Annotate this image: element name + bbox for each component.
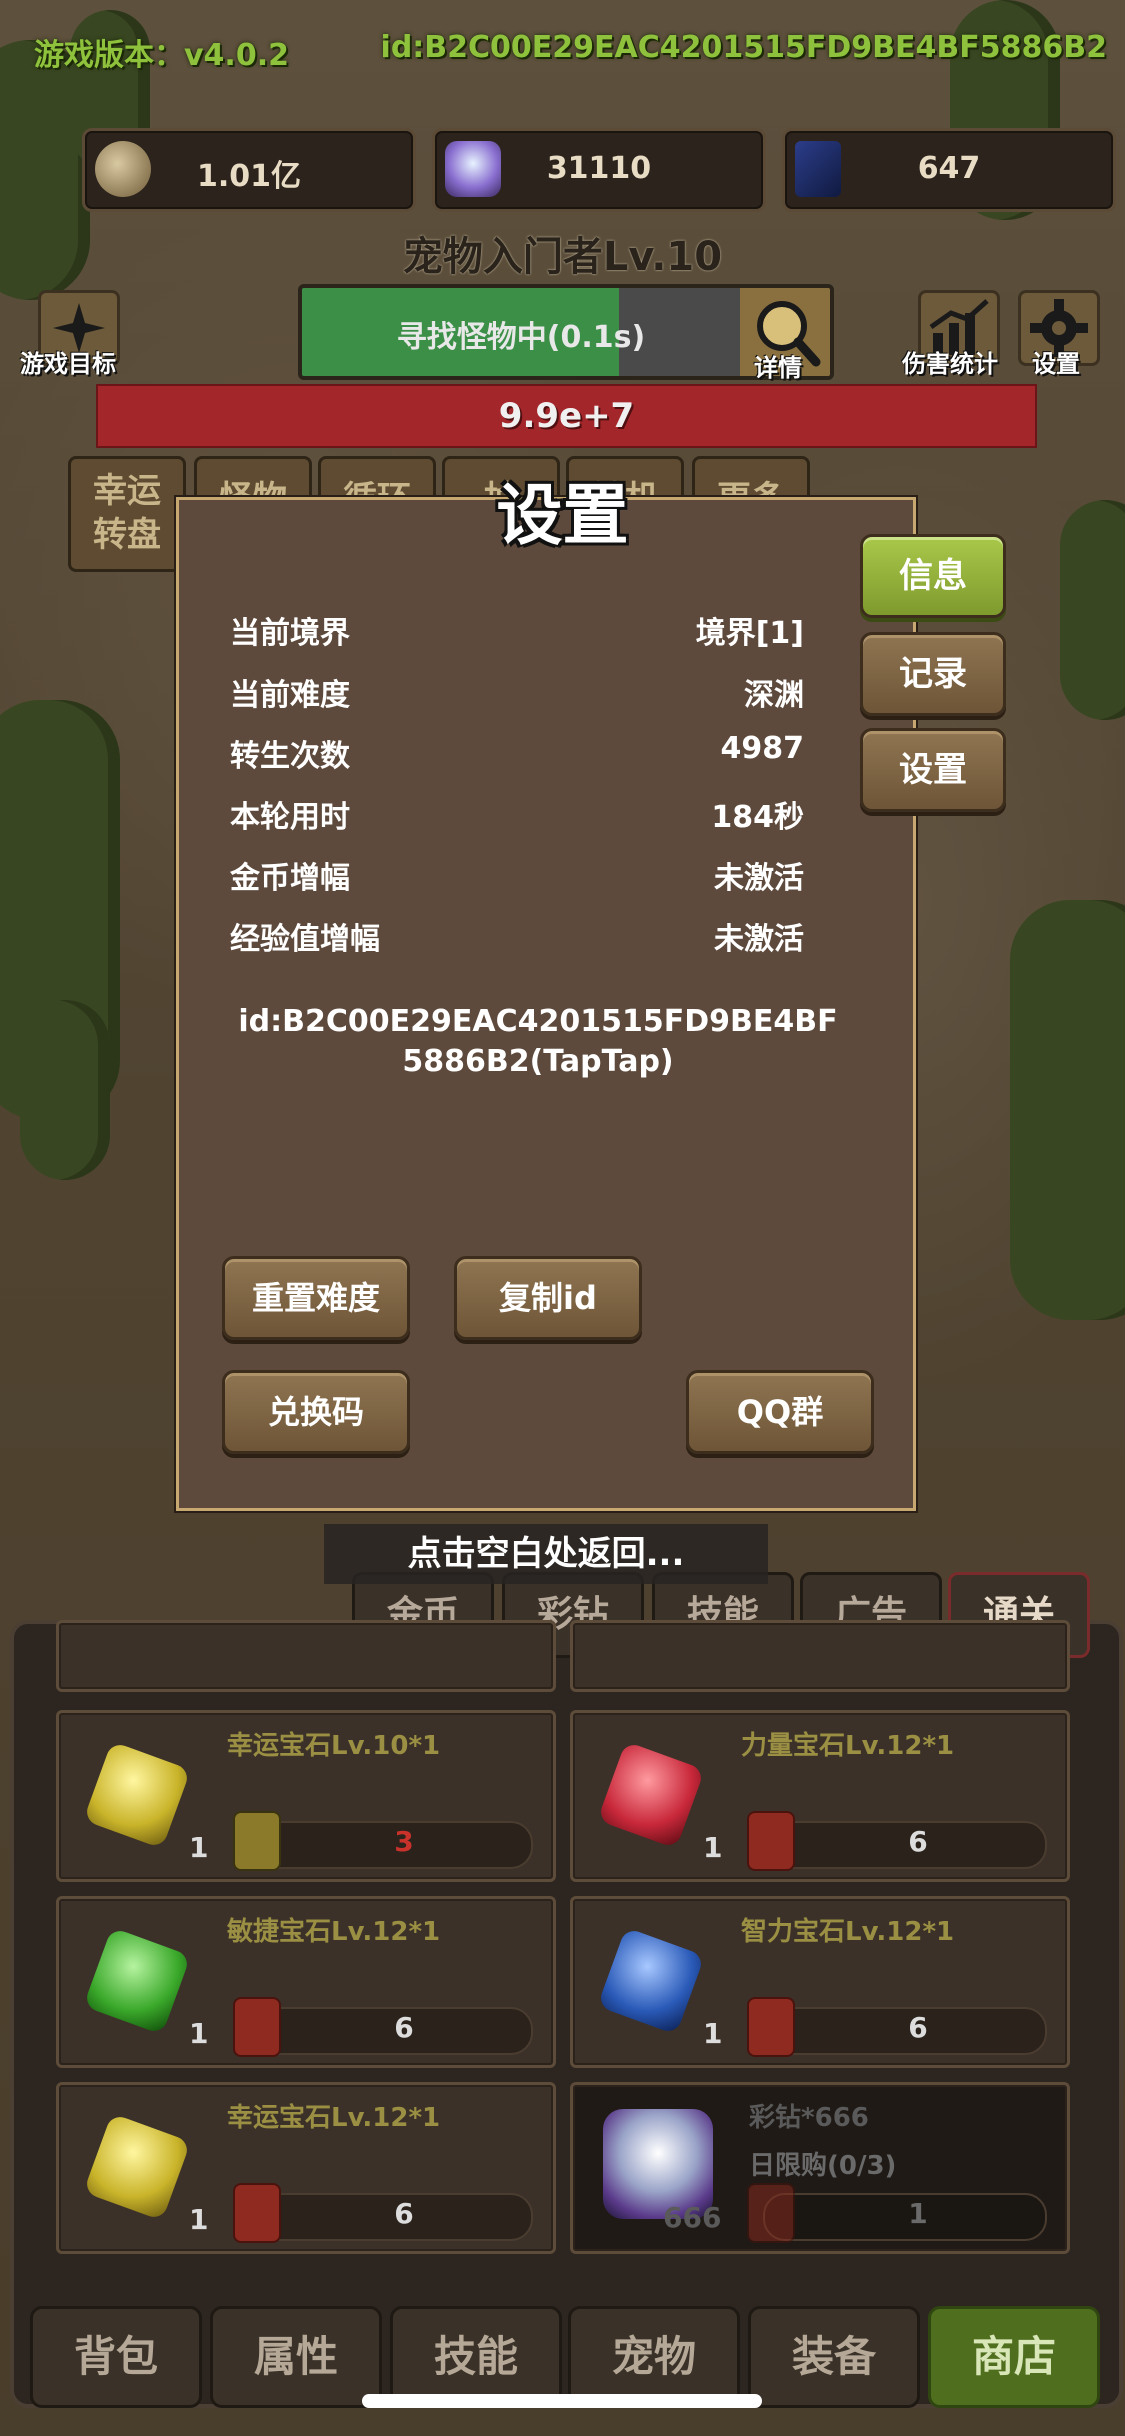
close-hint: 点击空白处返回... (324, 1524, 768, 1584)
item-count: 1 (703, 1831, 723, 1864)
player-id: id:B2C00E29EAC4201515FD9BE4BF5886B2 (380, 30, 1107, 65)
info-key: 转生次数 (230, 739, 350, 774)
price-token-icon (747, 1811, 795, 1871)
crystal-resource: 31110 (432, 128, 766, 212)
item-name: 彩钻*666 (749, 2103, 869, 2133)
item-count: 1 (189, 2203, 209, 2236)
monster-hp-value: 9.9e+7 (498, 396, 635, 436)
info-key: 当前境界 (230, 616, 350, 651)
info-key: 本轮用时 (230, 800, 350, 835)
gem-icon (597, 1927, 705, 2035)
price-token-icon (747, 2183, 795, 2243)
item-count: 1 (189, 1831, 209, 1864)
crystal-value: 31110 (546, 151, 652, 186)
info-row: 本轮用时 184秒 (230, 792, 804, 835)
info-key: 金币增幅 (230, 861, 350, 896)
gem-icon (83, 1927, 191, 2035)
qq-group-button[interactable]: QQ群 (686, 1370, 874, 1454)
daily-limit: 日限购(0/3) (749, 2151, 897, 2181)
tab-settings[interactable]: 设置 (860, 728, 1006, 812)
settings-label: 设置 (1032, 350, 1080, 378)
shop-item-card[interactable] (56, 1620, 556, 1692)
item-name: 力量宝石Lv.12*1 (741, 1731, 955, 1761)
shop-item-card[interactable] (570, 1620, 1070, 1692)
shop-item-card[interactable]: 幸运宝石Lv.12*1 1 6 (56, 2082, 556, 2254)
copy-id-button[interactable]: 复制id (454, 1256, 642, 1340)
shop-item-card[interactable]: 智力宝石Lv.12*1 1 6 (570, 1896, 1070, 2068)
nav-bag[interactable]: 背包 (30, 2306, 202, 2408)
redeem-code-button[interactable]: 兑换码 (222, 1370, 410, 1454)
info-value: 未激活 (714, 861, 804, 896)
coin-resource: 1.01亿 (82, 128, 416, 212)
price-token-icon (747, 1997, 795, 2057)
nav-skills[interactable]: 技能 (390, 2306, 562, 2408)
gem-icon (83, 2113, 191, 2221)
home-indicator (362, 2394, 762, 2408)
reset-difficulty-button[interactable]: 重置难度 (222, 1256, 410, 1340)
info-value: 184秒 (711, 800, 804, 835)
card-value: 647 (917, 151, 981, 186)
game-goal-label: 游戏目标 (20, 350, 116, 378)
item-name: 智力宝石Lv.12*1 (741, 1917, 955, 1947)
item-name: 幸运宝石Lv.12*1 (227, 2103, 441, 2133)
info-row: 经验值增幅 未激活 (230, 914, 804, 957)
item-count: 666 (663, 2201, 722, 2234)
info-value: 未激活 (714, 922, 804, 957)
nav-pets[interactable]: 宠物 (568, 2306, 740, 2408)
shop-item-card[interactable]: 彩钻*666 日限购(0/3) 666 1 (570, 2082, 1070, 2254)
item-count: 1 (189, 2017, 209, 2050)
shop-item-card[interactable]: 幸运宝石Lv.10*1 1 3 (56, 1710, 556, 1882)
tab-record[interactable]: 记录 (860, 632, 1006, 716)
nav-shop[interactable]: 商店 (928, 2306, 1100, 2408)
id-text: id:B2C00E29EAC4201515FD9BE4BF5886B2(TapT… (238, 1004, 838, 1079)
info-row: 当前难度 深渊 (230, 670, 804, 713)
item-price: 1 (908, 2197, 928, 2230)
nav-equipment[interactable]: 装备 (748, 2306, 920, 2408)
info-value: 深渊 (744, 678, 804, 713)
pet-title: 宠物入门者Lv.10 (402, 234, 723, 280)
price-token-icon (233, 1997, 281, 2057)
damage-stats-label: 伤害统计 (902, 350, 998, 378)
item-price: 6 (394, 2197, 414, 2230)
item-price: 6 (908, 2011, 928, 2044)
info-row: 当前境界 境界[1] (230, 608, 804, 651)
game-version: 游戏版本：v4.0.2 (34, 38, 289, 73)
shop-item-card[interactable]: 力量宝石Lv.12*1 1 6 (570, 1710, 1070, 1882)
card-resource: 647 (782, 128, 1116, 212)
gem-icon (83, 1741, 191, 1849)
gem-icon (597, 1741, 705, 1849)
item-price: 3 (394, 1825, 414, 1858)
tab-info[interactable]: 信息 (860, 534, 1006, 618)
detail-label: 详情 (754, 354, 802, 382)
shop-item-card[interactable]: 敏捷宝石Lv.12*1 1 6 (56, 1896, 556, 2068)
info-value: 境界[1] (695, 616, 804, 651)
item-count: 1 (703, 2017, 723, 2050)
info-row: 转生次数 4987 (230, 731, 805, 774)
info-key: 经验值增幅 (230, 922, 380, 957)
item-price: 6 (394, 2011, 414, 2044)
price-token-icon (233, 1811, 281, 1871)
item-price: 6 (908, 1825, 928, 1858)
coin-value: 1.01亿 (196, 159, 302, 194)
item-name: 敏捷宝石Lv.12*1 (227, 1917, 441, 1947)
info-value: 4987 (720, 731, 805, 766)
price-token-icon (233, 2183, 281, 2243)
info-key: 当前难度 (230, 678, 350, 713)
item-name: 幸运宝石Lv.10*1 (227, 1731, 441, 1761)
nav-attributes[interactable]: 属性 (210, 2306, 382, 2408)
search-status: 寻找怪物中(0.1s) (396, 320, 646, 355)
monster-hp-bar: 9.9e+7 (96, 384, 1037, 448)
info-row: 金币增幅 未激活 (230, 853, 804, 896)
